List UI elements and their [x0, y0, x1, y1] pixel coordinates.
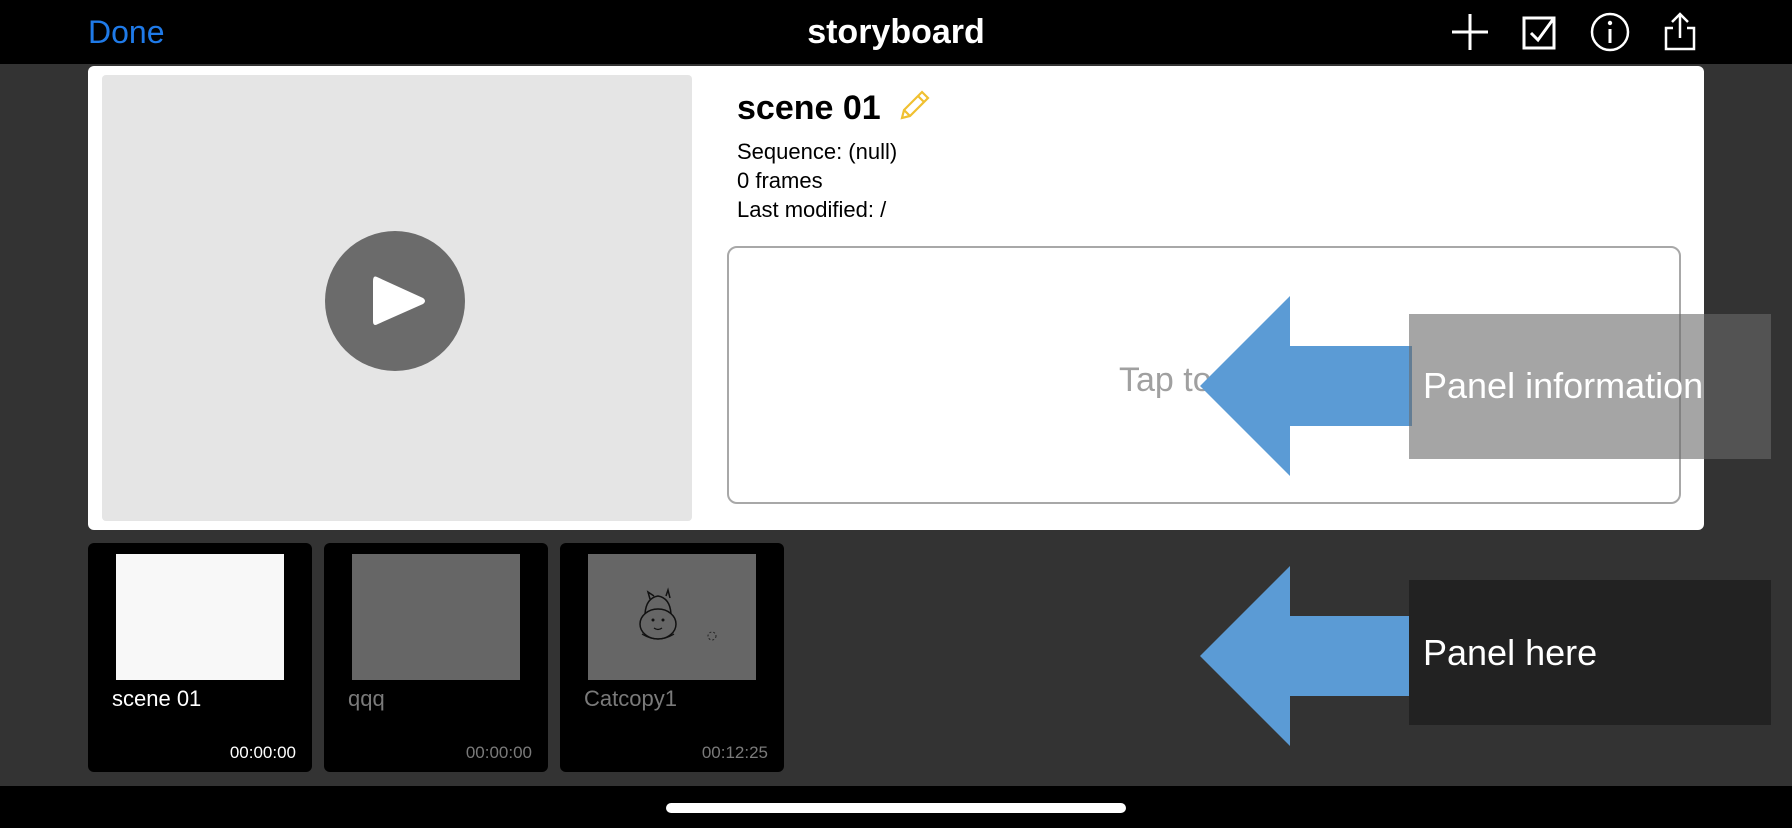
arrow-left-icon	[1200, 566, 1412, 746]
panel-card[interactable]: qqq 00:00:00	[324, 543, 548, 772]
annotation-panel-here: Panel here	[1409, 580, 1771, 725]
scene-detail-card: scene 01 Sequence: (null) 0 frames Last …	[88, 66, 1704, 530]
pencil-icon[interactable]	[896, 88, 932, 124]
cat-sketch-icon	[639, 587, 717, 641]
scene-preview	[102, 75, 692, 521]
sequence-info: Sequence: (null)	[737, 139, 898, 164]
add-button[interactable]	[1448, 10, 1492, 54]
panel-card[interactable]: Catcopy1 00:12:25	[560, 543, 784, 772]
share-icon	[1664, 12, 1696, 51]
panel-name: qqq	[348, 686, 385, 711]
panel-thumbnail	[116, 554, 284, 680]
select-button[interactable]	[1518, 10, 1562, 54]
frame-count: 0 frames	[737, 168, 823, 193]
info-button[interactable]	[1588, 10, 1632, 54]
annotation-panel-information: Panel information	[1409, 314, 1771, 459]
notes-placeholder: Tap to	[1119, 361, 1212, 399]
arrow-left-icon	[1200, 296, 1412, 476]
annotation-label: Panel here	[1423, 632, 1598, 673]
annotation-label: Panel information	[1423, 365, 1704, 406]
panel-card[interactable]: scene 01 00:00:00	[88, 543, 312, 772]
panel-duration: 00:12:25	[701, 743, 768, 762]
checkbox-icon	[1522, 16, 1556, 50]
scene-name: scene 01	[737, 89, 881, 127]
share-button[interactable]	[1658, 10, 1702, 54]
panel-duration: 00:00:00	[229, 743, 296, 762]
play-button[interactable]	[325, 231, 465, 371]
panel-duration: 00:00:00	[465, 743, 532, 762]
panel-name: scene 01	[112, 686, 202, 711]
top-bar: Done storyboard	[0, 0, 1792, 64]
plus-icon	[1452, 14, 1488, 50]
panel-thumbnail	[352, 554, 520, 680]
home-bar	[0, 786, 1792, 828]
last-modified: Last modified: /	[737, 197, 887, 222]
panel-name: Catcopy1	[584, 686, 677, 711]
panel-thumbnail	[588, 554, 756, 680]
home-indicator[interactable]	[666, 803, 1126, 813]
info-icon	[1590, 12, 1630, 52]
play-icon	[373, 276, 425, 325]
